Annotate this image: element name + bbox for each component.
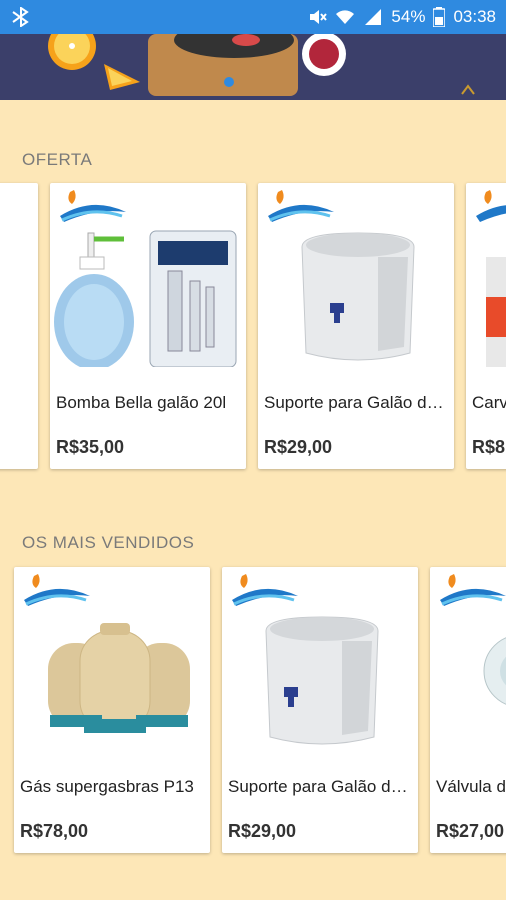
clock: 03:38 bbox=[453, 7, 496, 26]
battery-icon bbox=[433, 7, 446, 27]
product-image bbox=[48, 623, 190, 733]
product-name: Carv bbox=[472, 393, 506, 412]
product-price: R$8 bbox=[472, 437, 506, 457]
wifi-icon bbox=[336, 10, 355, 24]
product-image bbox=[54, 230, 237, 367]
edmar-gas-logo bbox=[476, 190, 506, 222]
battery-percent: 54% bbox=[391, 7, 426, 26]
product-image bbox=[483, 637, 506, 705]
product-price: R$78,00 bbox=[20, 821, 89, 841]
product-name: Suporte para Galão de Água bbox=[228, 777, 412, 796]
best-sellers-section-title: OS MAIS VENDIDOS bbox=[22, 533, 195, 552]
product-name: Válvula d bbox=[436, 777, 506, 796]
product-card[interactable]: Carv R$8 bbox=[466, 183, 506, 469]
product-image bbox=[301, 232, 415, 361]
product-card[interactable]: Suporte para Galão de Água R$29,00 bbox=[222, 567, 418, 853]
edmar-gas-logo bbox=[60, 190, 126, 222]
product-card[interactable]: Válvula d R$27,00 bbox=[430, 567, 506, 853]
product-price: R$29,00 bbox=[228, 821, 297, 841]
product-card[interactable]: Gás supergasbras P13 R$78,00 bbox=[14, 567, 210, 853]
product-image bbox=[265, 616, 379, 745]
product-name: Gás supergasbras P13 bbox=[20, 777, 194, 796]
product-price: R$27,00 bbox=[436, 821, 505, 841]
status-bar: 54% 03:38 bbox=[0, 0, 506, 34]
banner-image bbox=[48, 34, 475, 96]
mute-icon bbox=[310, 10, 328, 24]
offers-section-title: OFERTA bbox=[22, 150, 93, 169]
product-price: R$29,00 bbox=[264, 437, 333, 457]
signal-icon bbox=[365, 9, 382, 25]
bluetooth-icon bbox=[12, 7, 29, 27]
product-image bbox=[486, 257, 506, 367]
product-name: Suporte para Galão de Água bbox=[264, 393, 448, 412]
edmar-gas-logo bbox=[268, 190, 334, 222]
carousel-indicator-dot[interactable] bbox=[224, 77, 234, 87]
product-name: Bomba Bella galão 20l bbox=[56, 393, 227, 412]
edmar-gas-logo bbox=[232, 574, 298, 606]
product-card[interactable] bbox=[0, 183, 38, 469]
product-card[interactable]: Bomba Bella galão 20l R$35,00 bbox=[50, 183, 246, 469]
edmar-gas-logo bbox=[24, 574, 90, 606]
edmar-gas-logo bbox=[440, 574, 506, 606]
promo-banner[interactable] bbox=[0, 34, 506, 100]
product-price: R$35,00 bbox=[56, 437, 125, 457]
product-card[interactable]: Suporte para Galão de Água R$29,00 bbox=[258, 183, 454, 469]
